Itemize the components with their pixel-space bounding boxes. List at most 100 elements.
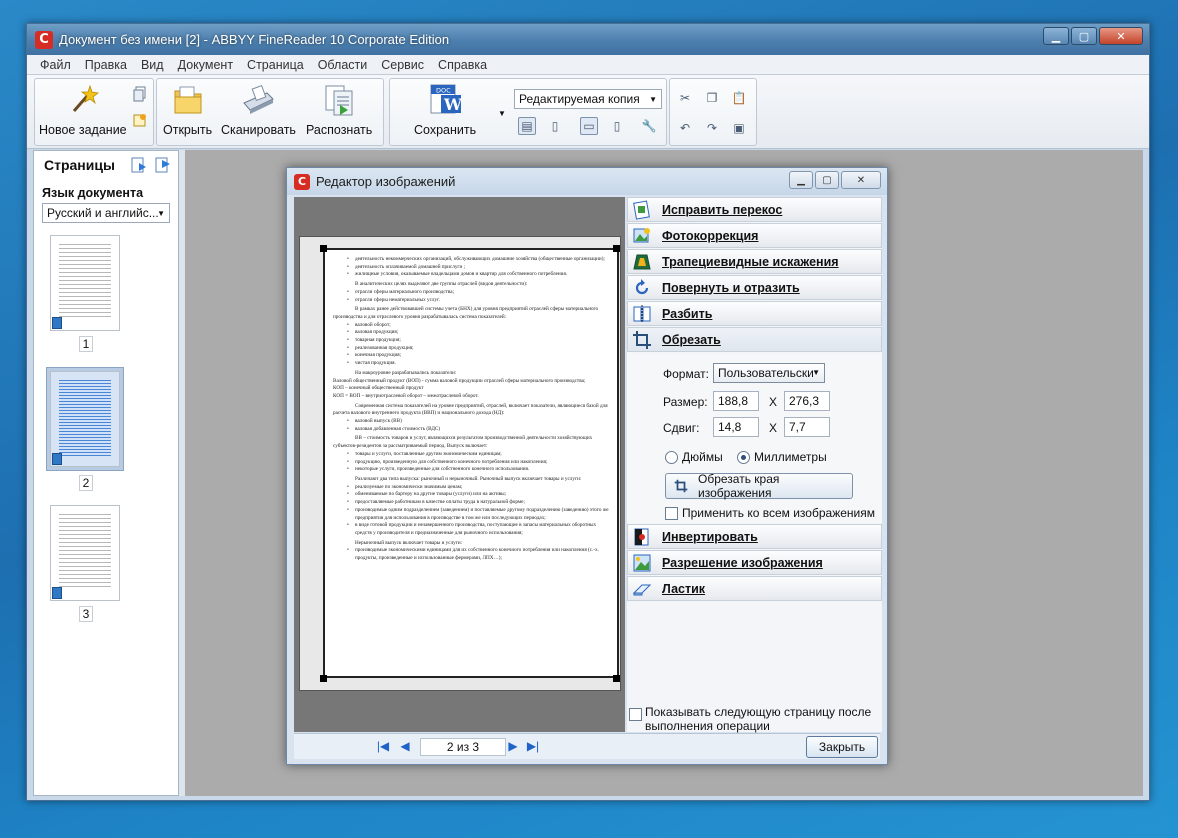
scanner-icon — [241, 83, 275, 117]
paste-icon[interactable]: 📋 — [730, 89, 748, 107]
document-line: предоставляемые работникам в качестве оп… — [333, 499, 609, 507]
tool-label: Трапециевидные искажения — [662, 254, 839, 269]
open-button[interactable]: Открыть — [163, 83, 212, 137]
last-page-icon[interactable]: ▶| — [526, 739, 540, 753]
invert-icon — [632, 527, 652, 547]
export-pages-icon[interactable] — [154, 156, 172, 174]
document-line: чистая продукция. — [333, 360, 609, 368]
import-pages-icon[interactable] — [130, 156, 148, 174]
document-line: конечная продукция; — [333, 352, 609, 360]
menu-edit[interactable]: Правка — [78, 58, 134, 72]
tool-trapezoid[interactable]: Трапециевидные искажения — [627, 249, 882, 274]
menu-tools[interactable]: Сервис — [374, 58, 431, 72]
dialog-close-button[interactable]: ✕ — [841, 171, 881, 189]
crop-handle-top-right[interactable] — [613, 245, 620, 252]
tool-photo-correction[interactable]: Фотокоррекция — [627, 223, 882, 248]
save-button[interactable]: DOC W Сохранить — [414, 83, 476, 137]
shift-x-input[interactable]: 14,8 — [713, 417, 759, 437]
menu-page[interactable]: Страница — [240, 58, 311, 72]
document-line: отрасли сферы нематериальных услуг. — [333, 297, 609, 305]
page-number-3: 3 — [79, 606, 93, 622]
menu-view[interactable]: Вид — [134, 58, 171, 72]
clipboard-icon[interactable]: ▣ — [730, 119, 748, 137]
image-preview[interactable]: деятельность некоммерческих организаций,… — [294, 197, 625, 732]
document-language-label: Язык документа — [42, 186, 144, 200]
document-line: деятельность некоммерческих организаций,… — [333, 256, 609, 264]
layout-single-icon[interactable]: ▤ — [518, 117, 536, 135]
app-logo-icon: C — [294, 173, 310, 190]
scan-label: Сканировать — [221, 123, 296, 137]
unit-mm-radio[interactable] — [737, 451, 750, 464]
undo-icon[interactable]: ↶ — [676, 119, 694, 137]
tool-label: Повернуть и отразить — [662, 280, 800, 295]
recognize-button[interactable]: Распознать — [306, 83, 372, 137]
maximize-button[interactable]: ▢ — [1071, 27, 1097, 45]
page-thumbnail-1[interactable] — [50, 235, 120, 331]
dialog-title-bar[interactable]: C Редактор изображений ▁ ▢ ✕ — [287, 168, 887, 195]
page-thumbnail-2-selected[interactable] — [46, 367, 124, 471]
apply-all-checkbox[interactable] — [665, 507, 678, 520]
crop-handle-top-left[interactable] — [320, 245, 327, 252]
scan-button[interactable]: Сканировать — [221, 83, 296, 137]
close-dialog-button[interactable]: Закрыть — [806, 736, 878, 758]
document-text: деятельность некоммерческих организаций,… — [333, 256, 609, 563]
tool-rotate-flip[interactable]: Повернуть и отразить — [627, 275, 882, 300]
tool-invert[interactable]: Инвертировать — [627, 524, 882, 549]
new-task-button[interactable]: Новое задание — [39, 83, 127, 137]
task-settings-icon[interactable] — [131, 111, 149, 129]
format-select[interactable]: Пользовательски ▼ — [713, 363, 825, 383]
show-next-checkbox[interactable] — [629, 708, 642, 721]
document-line: КОП = ВОП – внутриотраслевой оборот – ме… — [333, 392, 479, 399]
tool-resolution[interactable]: Разрешение изображения — [627, 550, 882, 575]
unit-inches-label: Дюймы — [682, 450, 723, 464]
document-language-select[interactable]: Русский и английс... ▼ — [42, 203, 170, 223]
tool-label: Разбить — [662, 306, 713, 321]
document-line: КОП – конечный общественный продукт — [333, 385, 424, 392]
tool-split[interactable]: Разбить — [627, 301, 882, 326]
show-next-label: Показывать следующую страницу после выпо… — [645, 705, 872, 733]
crop-handle-bottom-left[interactable] — [320, 675, 327, 682]
wrench-icon[interactable]: 🔧 — [640, 117, 658, 135]
tool-label: Обрезать — [662, 332, 721, 347]
previous-page-icon[interactable]: ◀ — [398, 739, 412, 753]
menu-help[interactable]: Справка — [431, 58, 494, 72]
save-format-value: Редактируемая копия — [519, 92, 640, 106]
copy-task-icon[interactable] — [131, 85, 149, 103]
dialog-maximize-button[interactable]: ▢ — [815, 171, 839, 189]
page-indicator[interactable]: 2 из 3 — [420, 738, 506, 756]
app-logo-icon: C — [35, 30, 53, 49]
menu-file[interactable]: Файл — [33, 58, 78, 72]
menu-areas[interactable]: Области — [311, 58, 375, 72]
crop-handle-bottom-right[interactable] — [613, 675, 620, 682]
unit-inches-radio[interactable] — [665, 451, 678, 464]
tool-deskew[interactable]: Исправить перекос — [627, 197, 882, 222]
pages-panel: Страницы Язык документа Русский и англий… — [33, 150, 179, 796]
crop-edges-button[interactable]: Обрезать края изображения — [665, 472, 853, 500]
tool-eraser[interactable]: Ластик — [627, 576, 882, 601]
minimize-button[interactable]: ▁ — [1043, 27, 1069, 45]
recognize-label: Распознать — [306, 123, 373, 137]
shift-y-input[interactable]: 7,7 — [784, 417, 830, 437]
deskew-icon — [632, 200, 652, 220]
shift-label: Сдвиг: — [663, 421, 700, 435]
document-line: реализованная продукция; — [333, 345, 609, 353]
size-width-input[interactable]: 188,8 — [713, 391, 759, 411]
page-view-icon[interactable]: ▭ — [580, 117, 598, 135]
save-dropdown-arrow[interactable]: ▼ — [498, 109, 506, 118]
next-page-icon[interactable]: ▶ — [506, 739, 520, 753]
size-height-input[interactable]: 276,3 — [784, 391, 830, 411]
title-bar[interactable]: C Документ без имени [2] - ABBYY FineRea… — [27, 24, 1149, 55]
copy-icon[interactable]: ❐ — [703, 89, 721, 107]
layout-text-icon[interactable]: ▯ — [546, 117, 564, 135]
menu-document[interactable]: Документ — [171, 58, 240, 72]
page-thumbnail-3[interactable] — [50, 505, 120, 601]
page-zoom-icon[interactable]: ▯ — [608, 117, 626, 135]
redo-icon[interactable]: ↷ — [703, 119, 721, 137]
save-format-select[interactable]: Редактируемая копия ▼ — [514, 89, 662, 109]
tool-crop[interactable]: Обрезать — [627, 327, 882, 352]
document-line: В рамках ранее действовавшей системы уче… — [333, 306, 599, 320]
first-page-icon[interactable]: |◀ — [376, 739, 390, 753]
close-button[interactable]: ✕ — [1099, 27, 1143, 45]
cut-icon[interactable]: ✂ — [676, 89, 694, 107]
dialog-minimize-button[interactable]: ▁ — [789, 171, 813, 189]
